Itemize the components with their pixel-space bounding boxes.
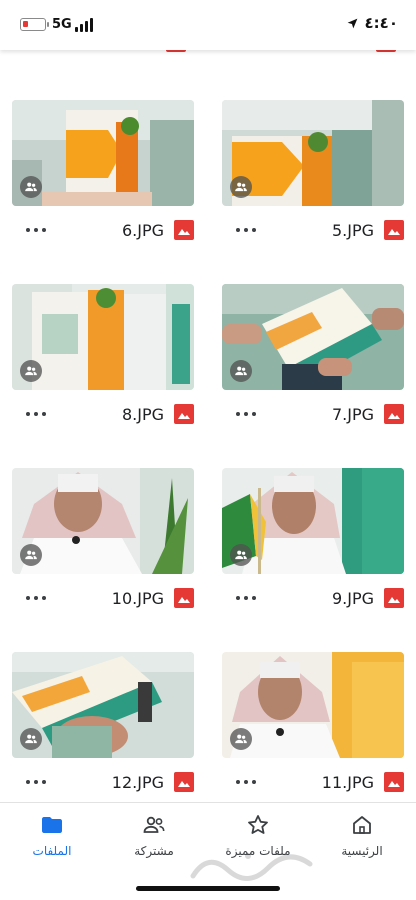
status-bar: 5G ٤:٤٠: [0, 0, 416, 50]
location-arrow-icon: [347, 18, 357, 28]
image-icon: [384, 588, 404, 608]
people-icon: [143, 816, 165, 833]
folder-icon: [42, 817, 62, 833]
file-name: 9.JPG: [331, 589, 374, 608]
file-info-row: 11.JPG: [222, 768, 404, 798]
file-card[interactable]: 9.JPG: [222, 468, 404, 608]
people-icon: [25, 734, 37, 744]
shared-badge: [20, 728, 42, 750]
file-name: 11.JPG: [321, 773, 374, 792]
file-thumbnail[interactable]: [222, 100, 404, 206]
clock-area: ٤:٤٠: [346, 14, 398, 32]
image-icon: [174, 404, 194, 424]
file-thumbnail[interactable]: [12, 652, 194, 758]
file-name: 10.JPG: [111, 589, 164, 608]
people-icon: [235, 366, 247, 376]
more-horizontal-icon[interactable]: [24, 593, 48, 603]
watermark-logo: [190, 853, 313, 881]
people-icon: [235, 550, 247, 560]
file-info-row: 8.JPG: [12, 400, 194, 430]
nav-home[interactable]: الرئيسية: [312, 813, 412, 858]
more-horizontal-icon[interactable]: [24, 777, 48, 787]
file-thumbnail[interactable]: [222, 284, 404, 390]
more-horizontal-icon[interactable]: [234, 225, 258, 235]
people-icon: [25, 366, 37, 376]
image-icon: [174, 220, 194, 240]
shared-badge: [20, 176, 42, 198]
file-thumbnail[interactable]: [12, 100, 194, 206]
file-card[interactable]: 5.JPG: [222, 100, 404, 240]
star-icon: [248, 815, 268, 834]
file-name: 6.JPG: [121, 221, 164, 240]
file-info-row: 7.JPG: [222, 400, 404, 430]
more-horizontal-icon[interactable]: [234, 409, 258, 419]
network-type: 5G: [52, 17, 72, 32]
more-horizontal-icon[interactable]: [24, 409, 48, 419]
people-icon: [235, 182, 247, 192]
more-horizontal-icon[interactable]: [234, 593, 258, 603]
file-card[interactable]: 12.JPG: [12, 652, 194, 792]
home-icon: [353, 816, 371, 834]
image-icon: [384, 220, 404, 240]
file-thumbnail[interactable]: [222, 652, 404, 758]
image-icon: [384, 772, 404, 792]
bottom-navigation: الملفات مشتركة ملفات مميزة الرئيسية: [0, 802, 416, 900]
shared-badge: [230, 176, 252, 198]
shared-badge: [230, 728, 252, 750]
file-info-row: 10.JPG: [12, 584, 194, 614]
file-card[interactable]: 6.JPG: [12, 100, 194, 240]
file-info-row: 9.JPG: [222, 584, 404, 614]
nav-home-label: الرئيسية: [341, 844, 383, 858]
image-icon: [174, 588, 194, 608]
file-info-row: 12.JPG: [12, 768, 194, 798]
signal-icon: [75, 18, 95, 32]
file-name: 7.JPG: [331, 405, 374, 424]
file-card[interactable]: 7.JPG: [222, 284, 404, 424]
home-indicator: [136, 886, 280, 891]
file-info-row: 6.JPG: [12, 216, 194, 246]
file-info-row: 5.JPG: [222, 216, 404, 246]
file-card[interactable]: 10.JPG: [12, 468, 194, 608]
image-icon: [174, 772, 194, 792]
file-name: 5.JPG: [331, 221, 374, 240]
image-icon: [384, 404, 404, 424]
shared-badge: [20, 360, 42, 382]
shared-badge: [20, 544, 42, 566]
shared-badge: [230, 544, 252, 566]
shared-badge: [230, 360, 252, 382]
file-card[interactable]: 8.JPG: [12, 284, 194, 424]
file-name: 8.JPG: [121, 405, 164, 424]
file-thumbnail[interactable]: [12, 468, 194, 574]
more-horizontal-icon[interactable]: [234, 777, 258, 787]
more-horizontal-icon[interactable]: [24, 225, 48, 235]
people-icon: [25, 182, 37, 192]
nav-files-label: الملفات: [32, 844, 72, 858]
drive-screen: 5G ٤:٤٠ 6.JPG 5.JPG 8.JPG 7.JPG 10.JPG 9…: [0, 0, 416, 900]
nav-files[interactable]: الملفات: [2, 813, 102, 858]
people-icon: [235, 734, 247, 744]
file-card[interactable]: 11.JPG: [222, 652, 404, 792]
battery-icon: [20, 18, 49, 31]
people-icon: [25, 550, 37, 560]
file-name: 12.JPG: [111, 773, 164, 792]
file-thumbnail[interactable]: [222, 468, 404, 574]
clock: ٤:٤٠: [364, 14, 398, 32]
file-thumbnail[interactable]: [12, 284, 194, 390]
